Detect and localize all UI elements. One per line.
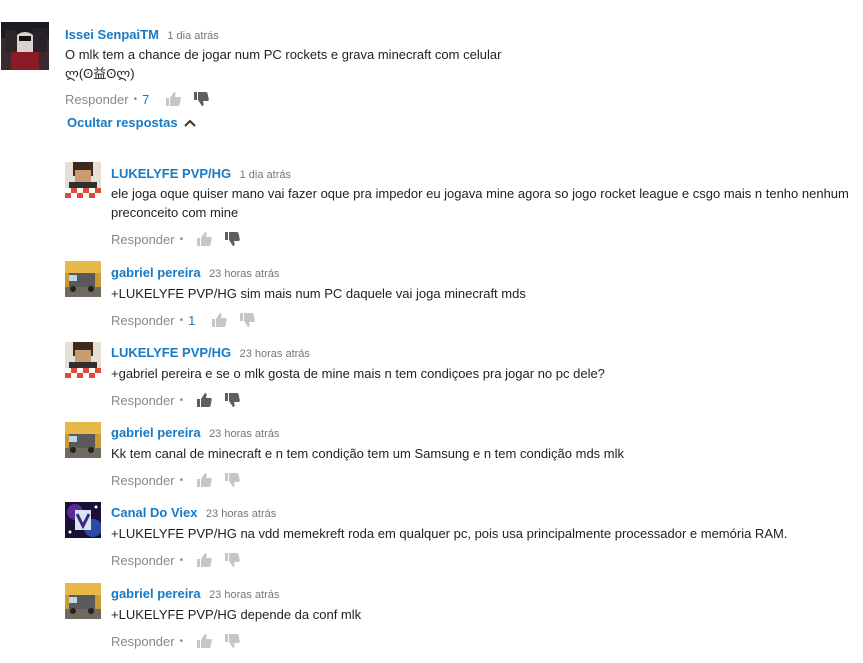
separator-dot: • xyxy=(179,314,184,326)
comment-text: O mlk tem a chance de jogar num PC rocke… xyxy=(65,47,502,62)
separator-dot: • xyxy=(179,233,184,245)
avatar[interactable] xyxy=(65,162,101,198)
comment-time[interactable]: 23 horas atrás xyxy=(240,348,310,360)
reply-item: gabriel pereira 23 horas atrás +LUKELYFE… xyxy=(0,261,863,336)
reply-item: gabriel pereira 23 horas atrás Kk tem ca… xyxy=(0,421,863,496)
comment-author[interactable]: gabriel pereira xyxy=(111,425,201,440)
avatar[interactable] xyxy=(65,583,101,619)
comment-time[interactable]: 23 horas atrás xyxy=(206,508,276,520)
reply-button[interactable]: Responder xyxy=(111,634,175,649)
reply-button[interactable]: Responder xyxy=(111,553,175,568)
thumbs-down-icon[interactable] xyxy=(193,91,210,107)
comment-author[interactable]: Issei SenpaiTM xyxy=(65,27,159,42)
comment-text: +LUKELYFE PVP/HG na vdd memekreft roda e… xyxy=(111,526,788,541)
reply-button[interactable]: Responder xyxy=(111,473,175,488)
thumbs-down-icon[interactable] xyxy=(224,552,240,568)
comment-text: Kk tem canal de minecraft e n tem condiç… xyxy=(111,446,625,461)
comment-text: ele joga oque quiser mano vai fazer oque… xyxy=(111,186,849,220)
comment-author[interactable]: gabriel pereira xyxy=(111,265,201,280)
thumbs-down-icon[interactable] xyxy=(224,392,240,408)
hide-replies-label: Ocultar respostas xyxy=(67,115,178,130)
avatar[interactable] xyxy=(1,22,49,70)
comment-author[interactable]: Canal Do Viex xyxy=(111,505,197,520)
thumbs-up-icon[interactable] xyxy=(196,392,212,408)
thumbs-down-icon[interactable] xyxy=(224,633,240,649)
reply-button[interactable]: Responder xyxy=(111,232,175,247)
like-count: 7 xyxy=(142,91,150,107)
comment-author[interactable]: gabriel pereira xyxy=(111,586,201,601)
reply-item: Canal Do Viex 23 horas atrás +LUKELYFE P… xyxy=(0,501,863,576)
thumbs-down-icon[interactable] xyxy=(224,472,240,488)
reply-item: gabriel pereira 23 horas atrás +LUKELYFE… xyxy=(0,582,863,657)
avatar[interactable] xyxy=(65,422,101,458)
comment-time[interactable]: 23 horas atrás xyxy=(209,589,279,601)
thumbs-up-icon[interactable] xyxy=(196,231,212,247)
reply-button[interactable]: Responder xyxy=(65,92,129,107)
comment-author[interactable]: LUKELYFE PVP/HG xyxy=(111,345,231,360)
comment-time[interactable]: 23 horas atrás xyxy=(209,268,279,280)
comment-time[interactable]: 23 horas atrás xyxy=(209,428,279,440)
reply-button[interactable]: Responder xyxy=(111,313,175,328)
thumbs-down-icon[interactable] xyxy=(224,231,240,247)
reply-button[interactable]: Responder xyxy=(111,393,175,408)
hide-replies-button[interactable]: Ocultar respostas xyxy=(67,115,196,130)
thumbs-up-icon[interactable] xyxy=(211,312,228,328)
comment-author[interactable]: LUKELYFE PVP/HG xyxy=(111,166,231,181)
thumbs-up-icon[interactable] xyxy=(165,91,182,107)
reply-item: LUKELYFE PVP/HG 1 dia atrás ele joga oqu… xyxy=(0,160,863,250)
comment-text: +gabriel pereira e se o mlk gosta de min… xyxy=(111,366,605,381)
thumbs-up-icon[interactable] xyxy=(196,633,212,649)
top-comment: Issei SenpaiTM 1 dia atrás O mlk tem a c… xyxy=(0,0,863,140)
separator-dot: • xyxy=(179,394,184,406)
avatar[interactable] xyxy=(65,342,101,378)
comment-text: +LUKELYFE PVP/HG sim mais num PC daquele… xyxy=(111,286,526,301)
separator-dot: • xyxy=(179,474,184,486)
comment-text: +LUKELYFE PVP/HG depende da conf mlk xyxy=(111,607,362,622)
separator-dot: • xyxy=(179,554,184,566)
thumbs-up-icon[interactable] xyxy=(196,552,212,568)
thumbs-down-icon[interactable] xyxy=(239,312,256,328)
avatar[interactable] xyxy=(65,502,101,538)
chevron-up-icon xyxy=(183,119,196,127)
separator-dot: • xyxy=(179,635,184,647)
separator-dot: • xyxy=(133,93,138,105)
like-count: 1 xyxy=(188,312,196,328)
comment-time[interactable]: 1 dia atrás xyxy=(240,169,291,181)
thumbs-up-icon[interactable] xyxy=(196,472,212,488)
comment-time[interactable]: 1 dia atrás xyxy=(167,30,218,42)
reply-item: LUKELYFE PVP/HG 23 horas atrás +gabriel … xyxy=(0,341,863,416)
comment-text-emoticon: ლ(ʘ益ʘლ) xyxy=(65,66,135,81)
avatar[interactable] xyxy=(65,261,101,297)
